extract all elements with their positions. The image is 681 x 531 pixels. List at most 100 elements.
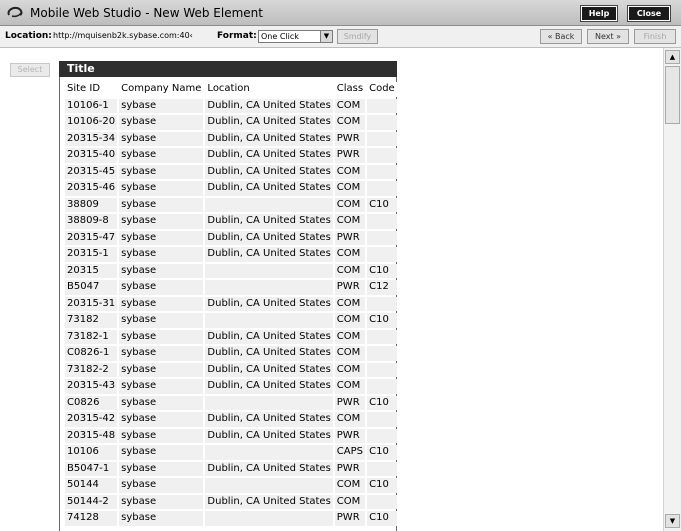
app-logo-icon	[7, 6, 23, 18]
cell-code: C10	[367, 313, 397, 328]
cell-code: C10	[367, 445, 397, 460]
cell-location: Dublin, CA United States	[205, 428, 333, 443]
cell-site-id: 10106	[65, 445, 118, 460]
cell-class: COM	[334, 478, 366, 493]
cell-company-name: sybase	[119, 362, 204, 377]
cell-class: PWR	[334, 511, 366, 526]
table-row[interactable]: 20315-1 sybase Dublin, CA United States COM	[65, 247, 397, 262]
table-row[interactable]: B5047 sybase PWR C12	[65, 280, 397, 295]
help-button[interactable]: Help	[580, 5, 618, 22]
table-row[interactable]: 20315-47 sybase Dublin, CA United States PW…	[65, 230, 397, 245]
close-button[interactable]: Close	[627, 5, 671, 22]
cell-company-name: sybase	[119, 313, 204, 328]
cell-code	[367, 230, 397, 245]
cell-class: COM	[334, 263, 366, 278]
table-row[interactable]: 50144-2 sybase Dublin, CA United States COM	[65, 494, 397, 509]
scroll-up-icon[interactable]: ▲	[665, 50, 680, 64]
cell-company-name: sybase	[119, 428, 204, 443]
cell-company-name: sybase	[119, 412, 204, 427]
cell-class: COM	[334, 346, 366, 361]
cell-code	[367, 379, 397, 394]
cell-company-name: sybase	[119, 346, 204, 361]
cell-class: COM	[334, 247, 366, 262]
cell-site-id: 20315-31	[65, 296, 118, 311]
cell-class: COM	[334, 412, 366, 427]
cell-site-id: C0826	[65, 395, 118, 410]
table-row[interactable]: 10106 sybase CAPS C10	[65, 445, 397, 460]
cell-company-name: sybase	[119, 379, 204, 394]
cell-location	[205, 263, 333, 278]
table-row[interactable]: 73182 sybase COM C10	[65, 313, 397, 328]
table-row[interactable]: 20315 sybase COM C10	[65, 263, 397, 278]
table-row[interactable]: 20315-40 sybase Dublin, CA United States PW…	[65, 148, 397, 163]
cell-location: Dublin, CA United States	[205, 461, 333, 476]
cell-site-id: 20315	[65, 263, 118, 278]
table-row[interactable]: 20315-42 sybase Dublin, CA United States CO…	[65, 412, 397, 427]
cell-company-name: sybase	[119, 115, 204, 130]
cell-company-name: sybase	[119, 478, 204, 493]
cell-company-name: sybase	[119, 445, 204, 460]
location-field[interactable]: http://mquisenb2k.sybase.com:40‹	[53, 31, 205, 40]
column-header-class: Class	[334, 82, 366, 97]
cell-company-name: sybase	[119, 461, 204, 476]
smartify-button[interactable]: Smdify	[337, 29, 378, 44]
table-row[interactable]: 73182-2 sybase Dublin, CA United States COM	[65, 362, 397, 377]
cell-company-name: sybase	[119, 511, 204, 526]
cell-code	[367, 148, 397, 163]
cell-site-id: 38809	[65, 197, 118, 212]
table-row[interactable]: 50144 sybase COM C10	[65, 478, 397, 493]
cell-company-name: sybase	[119, 197, 204, 212]
scroll-down-icon[interactable]: ▼	[665, 514, 680, 528]
cell-class: COM	[334, 98, 366, 113]
chevron-down-icon: ▼	[320, 31, 332, 42]
next-button[interactable]: Next »	[587, 29, 629, 44]
select-button[interactable]: Select	[10, 63, 50, 77]
cell-site-id: 20315-46	[65, 181, 118, 196]
table-row[interactable]: 10106-20 sybase Dublin, CA United States CO…	[65, 115, 397, 130]
table-row[interactable]: 20315-45 sybase Dublin, CA United States CO…	[65, 164, 397, 179]
table-row[interactable]: 20315-48 sybase Dublin, CA United States PW…	[65, 428, 397, 443]
cell-location: Dublin, CA United States	[205, 148, 333, 163]
column-header-site-id: Site ID	[65, 82, 118, 97]
cell-site-id: 20315-47	[65, 230, 118, 245]
cell-company-name: sybase	[119, 494, 204, 509]
table-row[interactable]: B5047-1 sybase Dublin, CA United States PWR	[65, 461, 397, 476]
cell-company-name: sybase	[119, 296, 204, 311]
table-row[interactable]: C0826 sybase PWR C10	[65, 395, 397, 410]
cell-site-id: 73182-2	[65, 362, 118, 377]
cell-code	[367, 329, 397, 344]
cell-code: C10	[367, 263, 397, 278]
cell-class: COM	[334, 329, 366, 344]
table-row[interactable]: C0826-1 sybase Dublin, CA United States COM	[65, 346, 397, 361]
cell-site-id: 73182-1	[65, 329, 118, 344]
finish-button[interactable]: Finish	[634, 29, 676, 44]
table-header-row: Site ID Company Name Location Class Code	[65, 82, 397, 97]
cell-location: Dublin, CA United States	[205, 329, 333, 344]
cell-company-name: sybase	[119, 263, 204, 278]
cell-location	[205, 478, 333, 493]
cell-code: C10	[367, 395, 397, 410]
cell-code	[367, 494, 397, 509]
cell-site-id: 20315-48	[65, 428, 118, 443]
format-select[interactable]: One Click ▼	[258, 30, 333, 43]
cell-location	[205, 313, 333, 328]
cell-site-id: 50144	[65, 478, 118, 493]
cell-class: COM	[334, 379, 366, 394]
vertical-scrollbar[interactable]: ▲ ▼	[663, 48, 681, 531]
table-row[interactable]: 10106-1 sybase Dublin, CA United States COM	[65, 98, 397, 113]
cell-location: Dublin, CA United States	[205, 412, 333, 427]
cell-location: Dublin, CA United States	[205, 181, 333, 196]
table-row[interactable]: 20315-46 sybase Dublin, CA United States CO…	[65, 181, 397, 196]
column-header-company-name: Company Name	[119, 82, 204, 97]
table-row[interactable]: 74128 sybase PWR C10	[65, 511, 397, 526]
table-row[interactable]: 20315-34 sybase Dublin, CA United States PW…	[65, 131, 397, 146]
cell-location: Dublin, CA United States	[205, 164, 333, 179]
scrollbar-thumb[interactable]	[665, 66, 680, 124]
back-button[interactable]: « Back	[540, 29, 582, 44]
cell-site-id: 74128	[65, 511, 118, 526]
table-row[interactable]: 20315-31 sybase Dublin, CA United States CO…	[65, 296, 397, 311]
table-row[interactable]: 20315-43 sybase Dublin, CA United States CO…	[65, 379, 397, 394]
table-row[interactable]: 73182-1 sybase Dublin, CA United States COM	[65, 329, 397, 344]
table-row[interactable]: 38809-8 sybase Dublin, CA United States COM	[65, 214, 397, 229]
table-row[interactable]: 38809 sybase COM C10	[65, 197, 397, 212]
